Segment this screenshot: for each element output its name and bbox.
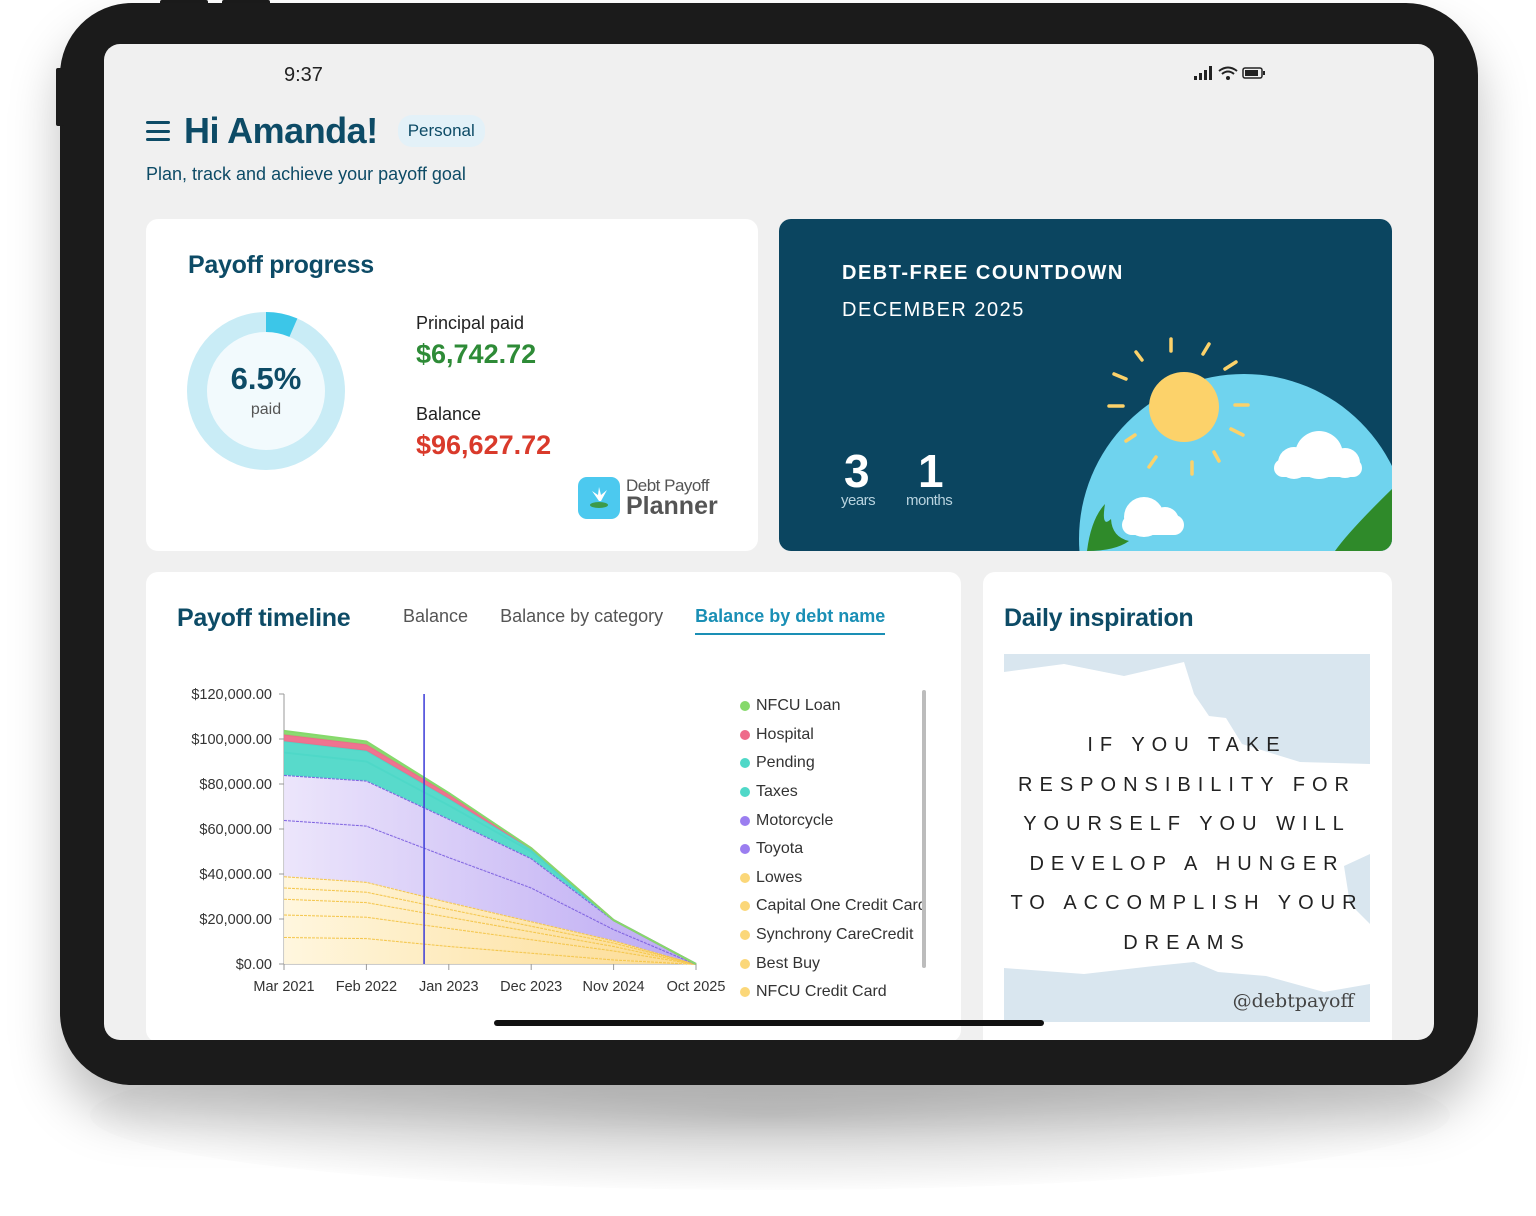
page-title: Hi Amanda! [184, 110, 378, 151]
countdown-years-value: 3 [844, 445, 870, 497]
y-tick-label: $0.00 [236, 957, 272, 973]
bird-logo-icon [578, 477, 620, 519]
quote-handle: @debtpayoff [1232, 990, 1354, 1012]
quote-line: IF YOU TAKE [1087, 734, 1287, 756]
countdown-months-label: months [906, 492, 953, 509]
quote-line: TO ACCOMPLISH YOUR [1010, 892, 1364, 915]
y-tick-label: $20,000.00 [199, 912, 272, 928]
legend-label: NFCU Loan [756, 697, 841, 715]
y-tick-label: $100,000.00 [191, 732, 272, 748]
y-tick-label: $40,000.00 [199, 867, 272, 883]
chart-legend: NFCU Loan Hospital Pending Taxes Motorcycle T… [740, 692, 927, 1007]
balance-value: $96,627.72 [416, 430, 552, 460]
legend-swatch [740, 844, 750, 855]
app-logo: Debt Payoff Planner [578, 477, 718, 519]
legend-label: Hospital [756, 725, 814, 743]
inspiration-quote-image: IF YOU TAKE RESPONSIBILITY FOR YOURSELF … [1004, 654, 1370, 1022]
legend-item[interactable]: Synchrony CareCredit [740, 921, 927, 950]
percent-paid-value: 6.5% [230, 361, 302, 396]
countdown-months-value: 1 [918, 445, 944, 497]
y-tick-label: $120,000.00 [191, 687, 272, 703]
quote-line: RESPONSIBILITY FOR [1018, 773, 1356, 796]
legend-swatch [740, 758, 750, 769]
wifi-icon [1218, 66, 1238, 80]
page-subtitle: Plan, track and achieve your payoff goal [146, 164, 466, 184]
legend-item[interactable]: Pending [740, 749, 927, 778]
legend-item[interactable]: Hospital [740, 721, 927, 750]
legend-label: Best Buy [756, 954, 821, 972]
countdown-years-label: years [841, 492, 876, 509]
balance-label: Balance [416, 404, 482, 424]
legend-swatch [740, 787, 750, 798]
legend-label: Synchrony CareCredit [756, 926, 914, 944]
legend-swatch [740, 930, 750, 941]
daily-inspiration-card: Daily inspiration IF YOU TAKE RESPONSIBI… [983, 572, 1392, 1040]
legend-scrollbar[interactable] [922, 690, 926, 968]
legend-swatch [740, 872, 750, 883]
legend-item[interactable]: Best Buy [740, 949, 927, 978]
x-tick-label: Oct 2025 [667, 979, 726, 995]
percent-paid-label: paid [250, 401, 282, 418]
legend-item[interactable]: NFCU Loan [740, 692, 927, 721]
legend-swatch [740, 901, 750, 912]
status-time: 9:37 [284, 64, 323, 86]
legend-label: Taxes [756, 783, 798, 801]
legend-swatch [740, 729, 750, 740]
home-indicator[interactable] [494, 1020, 1044, 1026]
header: Hi Amanda! Personal [146, 110, 485, 152]
quote-line: DREAMS [1123, 931, 1251, 954]
hamburger-menu-icon[interactable] [146, 121, 170, 141]
debt-free-countdown-card: DEBT-FREE COUNTDOWN DECEMBER 2025 3 year… [779, 219, 1392, 551]
legend-label: Lowes [756, 868, 803, 886]
account-type-badge[interactable]: Personal [397, 115, 485, 147]
principal-paid-value: $6,742.72 [416, 339, 537, 369]
legend-label: Motorcycle [756, 811, 834, 829]
logo-text-line2: Planner [626, 492, 718, 520]
status-icons [1194, 66, 1266, 80]
payoff-progress-title: Payoff progress [188, 251, 374, 279]
payoff-timeline-card: Payoff timeline Balance Balance by categ… [146, 572, 961, 1040]
legend-label: Capital One Credit Card [756, 897, 927, 915]
countdown-date: DECEMBER 2025 [842, 299, 1025, 321]
app-screen: 9:37 Hi Amanda! Personal Plan, track and… [104, 44, 1434, 1040]
battery-icon [1242, 67, 1265, 79]
legend-item[interactable]: Capital One Credit Card [740, 892, 927, 921]
legend-swatch [740, 958, 750, 969]
countdown-heading: DEBT-FREE COUNTDOWN [842, 262, 1124, 284]
legend-item[interactable]: Motorcycle [740, 806, 927, 835]
quote-line: DEVELOP A HUNGER [1029, 852, 1345, 875]
y-tick-label: $60,000.00 [199, 822, 272, 838]
legend-item[interactable]: Taxes [740, 778, 927, 807]
x-tick-label: Jan 2023 [419, 979, 479, 995]
device-side-button [56, 68, 64, 126]
y-tick-label: $80,000.00 [199, 777, 272, 793]
legend-label: Toyota [756, 840, 804, 858]
quote-text: IF YOU TAKE RESPONSIBILITY FOR YOURSELF … [1004, 726, 1370, 964]
principal-paid-label: Principal paid [416, 313, 525, 333]
x-tick-label: Mar 2021 [253, 979, 314, 995]
legend-label: Pending [756, 754, 815, 772]
legend-item[interactable]: NFCU Credit Card [740, 978, 927, 1007]
daily-inspiration-title: Daily inspiration [1004, 604, 1194, 632]
cellular-signal-icon [1194, 66, 1212, 80]
legend-item[interactable]: Lowes [740, 864, 927, 893]
x-tick-label: Nov 2024 [583, 979, 645, 995]
legend-item[interactable]: Toyota [740, 835, 927, 864]
payoff-progress-card: Payoff progress 6.5% paid Principal paid… [146, 219, 758, 551]
legend-swatch [740, 815, 750, 826]
x-tick-label: Dec 2023 [500, 979, 562, 995]
legend-swatch [740, 987, 750, 998]
x-tick-label: Feb 2022 [336, 979, 397, 995]
legend-label: NFCU Credit Card [756, 983, 887, 1001]
legend-swatch [740, 701, 750, 712]
quote-line: YOURSELF YOU WILL [1023, 813, 1351, 836]
